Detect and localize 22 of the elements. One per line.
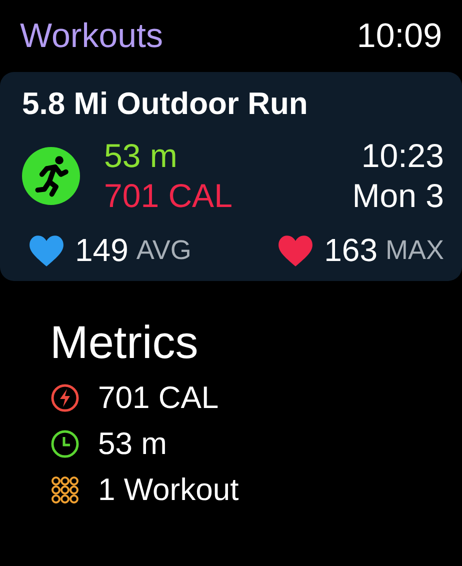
metric-value: 53 m: [98, 426, 167, 462]
clock-icon: [50, 429, 80, 459]
heart-rate-label: AVG: [136, 235, 192, 266]
heart-rate-value: 149: [75, 232, 128, 269]
metric-value: 1 Workout: [98, 472, 239, 508]
heart-icon: [277, 234, 314, 268]
workout-calories: 701 CAL: [104, 176, 232, 216]
heart-rate-label: MAX: [385, 235, 444, 266]
dots-grid-icon: [50, 475, 80, 505]
workout-title: 5.8 Mi Outdoor Run: [22, 86, 309, 122]
lightning-icon: [50, 383, 80, 413]
heart-icon: [28, 234, 65, 268]
workout-date: Mon 3: [352, 176, 444, 216]
screen-title: Workouts: [20, 16, 163, 56]
start-time: 10:23: [361, 136, 444, 176]
workout-duration: 53 m: [104, 136, 178, 176]
workout-card[interactable]: 5.8 Mi Outdoor Run 53 m 701 CAL 10:23 Mon 3 149 AVG 163 MAX: [0, 72, 462, 281]
metrics-heading: Metrics: [50, 315, 200, 369]
clock-time: 10:09: [356, 16, 442, 56]
heart-rate-value: 163: [324, 232, 378, 269]
metric-value: 701 CAL: [98, 380, 219, 416]
runner-icon: [22, 147, 80, 205]
